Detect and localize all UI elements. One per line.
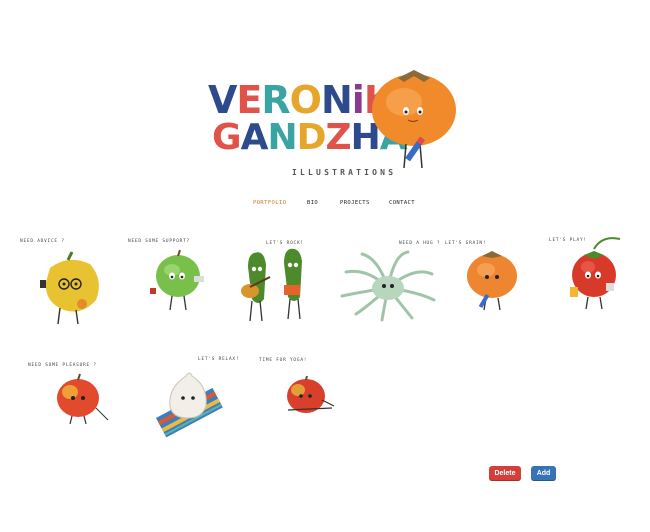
caption-lets-relax: LET'S RELAX! <box>198 357 240 362</box>
caption-need-advice: NEED ADVICE ? <box>20 239 65 244</box>
logo-line1-letter: E <box>236 78 262 122</box>
logo-line2-letter: Z <box>325 117 351 158</box>
nav-projects[interactable]: PROJECTS <box>340 200 370 206</box>
logo-line1-letter: V <box>208 78 237 122</box>
logo-line2-letter: A <box>240 117 269 158</box>
yellow-pepper-illustration[interactable] <box>38 250 104 326</box>
red-apple-illustration[interactable] <box>56 373 112 426</box>
logo-line2-letter: D <box>296 117 327 158</box>
caption-need-pleasure: NEED SOME PLEASURE ? <box>28 363 97 368</box>
small-persimmon-illustration[interactable] <box>464 250 520 312</box>
yoga-apple-illustration[interactable] <box>284 375 336 418</box>
logo-line2-letter: G <box>212 117 242 158</box>
logo-line1-letter: O <box>289 78 322 122</box>
caption-time-for-yoga: TIME FOR YOGA! <box>259 358 308 363</box>
delete-button[interactable]: Delete <box>489 466 521 481</box>
caption-need-support: NEED SOME SUPPORT? <box>128 239 190 244</box>
caption-lets-grain: LET'S GRAIN! <box>445 241 487 246</box>
tomato-illustration[interactable] <box>568 235 624 311</box>
logo-line1-letter: i <box>351 78 365 122</box>
jalapeno-guitar-illustration[interactable] <box>238 243 318 325</box>
caption-need-a-hug: NEED A HUG ? <box>399 241 441 246</box>
nav-bio[interactable]: BIO <box>307 200 318 206</box>
green-apple-illustration[interactable] <box>148 249 208 312</box>
nav-contact[interactable]: CONTACT <box>389 200 415 206</box>
logo-line1-letter: R <box>261 78 290 122</box>
persimmon-mascot-illustration <box>372 70 456 169</box>
nav-portfolio[interactable]: PORTFOLIO <box>253 200 286 206</box>
logo-line2-letter: N <box>267 117 297 158</box>
add-button[interactable]: Add <box>531 466 556 481</box>
garlic-on-mat-illustration[interactable] <box>148 366 228 446</box>
logo-line1-letter: N <box>320 78 353 122</box>
air-plant-illustration[interactable] <box>338 248 438 322</box>
